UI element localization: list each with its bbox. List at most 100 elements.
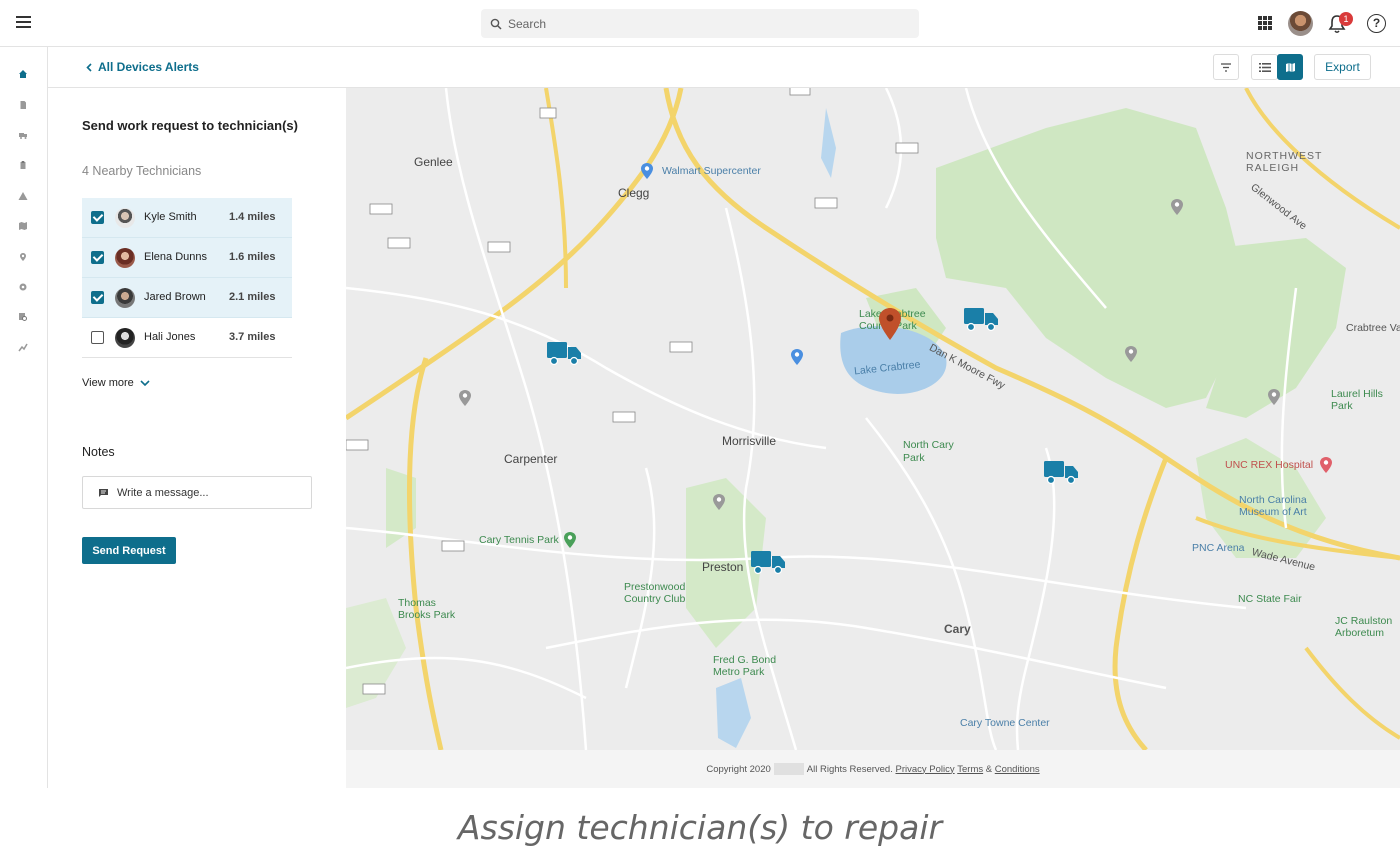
map-label-jc-raulston: JC Raulston Arboretum (1335, 615, 1393, 639)
technician-checkbox[interactable] (91, 331, 104, 344)
technician-avatar (115, 288, 135, 308)
map-label-cary-tennis: Cary Tennis Park (479, 534, 559, 546)
map-label-carpenter: Carpenter (504, 452, 558, 466)
view-more-link[interactable]: View more (82, 377, 150, 389)
privacy-policy-link[interactable]: Privacy Policy (895, 764, 954, 775)
map-label-thomas-brooks: Thomas Brooks Park (398, 597, 456, 621)
technician-avatar (115, 328, 135, 348)
send-request-button[interactable]: Send Request (82, 537, 176, 564)
technician-truck-icon[interactable] (750, 549, 786, 575)
technician-name: Hali Jones (144, 331, 196, 343)
technician-checkbox[interactable] (91, 211, 104, 224)
company-name-redacted (773, 763, 804, 775)
work-request-panel: Send work request to technician(s) 4 Nea… (48, 88, 346, 788)
technician-distance: 1.6 miles (229, 251, 276, 263)
map-label-crabtree-valley: Crabtree Vall (1346, 322, 1400, 334)
search-icon (490, 18, 502, 30)
user-avatar[interactable] (1288, 11, 1313, 36)
technician-truck-icon[interactable] (1043, 459, 1079, 485)
search-input[interactable] (508, 16, 888, 31)
map-label-north-raleigh: NORTHWEST RALEIGH (1246, 150, 1323, 174)
place-pin-icon (1171, 199, 1183, 215)
app-window: 1 ? All Devices Alerts Export Send (0, 0, 1400, 788)
clipboard-icon[interactable] (18, 160, 28, 170)
map-label-nc-museum: North Carolina Museum of Art (1239, 494, 1307, 518)
chevron-down-icon (140, 380, 150, 386)
search-bar[interactable] (481, 9, 919, 38)
technician-row[interactable]: Elena Dunns 1.6 miles (82, 238, 292, 278)
analytics-icon[interactable] (18, 342, 28, 352)
top-bar: 1 ? (0, 0, 1400, 47)
map-label-nc-state-fair: NC State Fair (1238, 593, 1302, 605)
conditions-link[interactable]: Conditions (995, 764, 1040, 775)
warning-icon[interactable] (18, 191, 28, 201)
technician-list: Kyle Smith 1.4 miles Elena Dunns 1.6 mil… (82, 198, 292, 358)
map-view-button[interactable] (1277, 54, 1303, 80)
place-pin-icon (713, 494, 725, 510)
alert-location-pin-icon[interactable] (878, 307, 902, 341)
technician-row[interactable]: Jared Brown 2.1 miles (82, 278, 292, 318)
notes-label: Notes (82, 445, 115, 459)
map-label-fred-bond: Fred G. Bond Metro Park (713, 654, 777, 678)
technician-checkbox[interactable] (91, 251, 104, 264)
copyright-text: Copyright 2020 (706, 763, 771, 775)
view-more-label: View more (82, 377, 134, 389)
rights-text: All Rights Reserved. (806, 763, 893, 775)
place-pin-icon (641, 163, 653, 179)
list-icon (1258, 62, 1271, 72)
nearby-count: 4 Nearby Technicians (82, 164, 202, 178)
place-pin-icon (1268, 389, 1280, 405)
map-view[interactable]: Genlee Clegg Walmart Supercenter Lake Cr… (346, 88, 1400, 750)
map-footer: Copyright 2020 All Rights Reserved. Priv… (346, 750, 1400, 788)
sidebar (0, 47, 48, 788)
location-icon[interactable] (18, 252, 28, 262)
sub-header: All Devices Alerts Export (48, 47, 1400, 88)
back-link-label: All Devices Alerts (98, 60, 199, 74)
map-icon[interactable] (18, 221, 28, 231)
technician-checkbox[interactable] (91, 291, 104, 304)
technician-distance: 3.7 miles (229, 331, 276, 343)
technician-name: Jared Brown (144, 291, 206, 303)
technician-row[interactable]: Hali Jones 3.7 miles (82, 318, 292, 358)
map-label-cary: Cary (944, 622, 971, 636)
help-icon[interactable]: ? (1367, 14, 1386, 33)
filter-button[interactable] (1213, 54, 1239, 80)
technician-name: Kyle Smith (144, 211, 197, 223)
list-view-button[interactable] (1251, 54, 1278, 80)
place-pin-icon (564, 532, 576, 548)
technician-distance: 2.1 miles (229, 291, 276, 303)
map-label-genlee: Genlee (414, 155, 453, 169)
technician-row[interactable]: Kyle Smith 1.4 miles (82, 198, 292, 238)
back-link[interactable]: All Devices Alerts (86, 60, 199, 74)
gear-icon[interactable] (18, 282, 28, 292)
terms-link[interactable]: Terms (957, 764, 983, 775)
map-label-cary-towne: Cary Towne Center (960, 717, 1050, 729)
panel-title: Send work request to technician(s) (82, 118, 298, 133)
chevron-left-icon (86, 62, 92, 72)
notes-input[interactable] (117, 486, 297, 499)
technician-name: Elena Dunns (144, 251, 207, 263)
technician-truck-icon[interactable] (546, 340, 582, 366)
map-canvas (346, 88, 1400, 750)
apps-grid-icon[interactable] (1258, 16, 1272, 30)
truck-icon[interactable] (18, 130, 28, 140)
map-label-north-cary-park: North Cary Park (903, 439, 954, 464)
report-search-icon[interactable] (18, 312, 28, 322)
map-label-morrisville: Morrisville (722, 434, 776, 448)
place-pin-icon (1320, 457, 1332, 473)
filter-icon (1221, 62, 1231, 72)
map-icon (1285, 62, 1295, 72)
map-label-clegg: Clegg (618, 186, 650, 200)
notes-field[interactable] (82, 476, 312, 509)
home-icon[interactable] (18, 69, 28, 79)
place-pin-icon (459, 390, 471, 406)
export-button[interactable]: Export (1314, 54, 1371, 80)
place-pin-icon (791, 349, 803, 365)
technician-avatar (115, 208, 135, 228)
technician-truck-icon[interactable] (963, 306, 999, 332)
map-label-walmart: Walmart Supercenter (662, 165, 761, 177)
map-label-laurel-hills: Laurel Hills Park (1331, 388, 1383, 412)
map-label-unc-rex: UNC REX Hospital (1225, 459, 1314, 471)
menu-icon[interactable] (14, 14, 34, 32)
document-icon[interactable] (18, 100, 28, 110)
